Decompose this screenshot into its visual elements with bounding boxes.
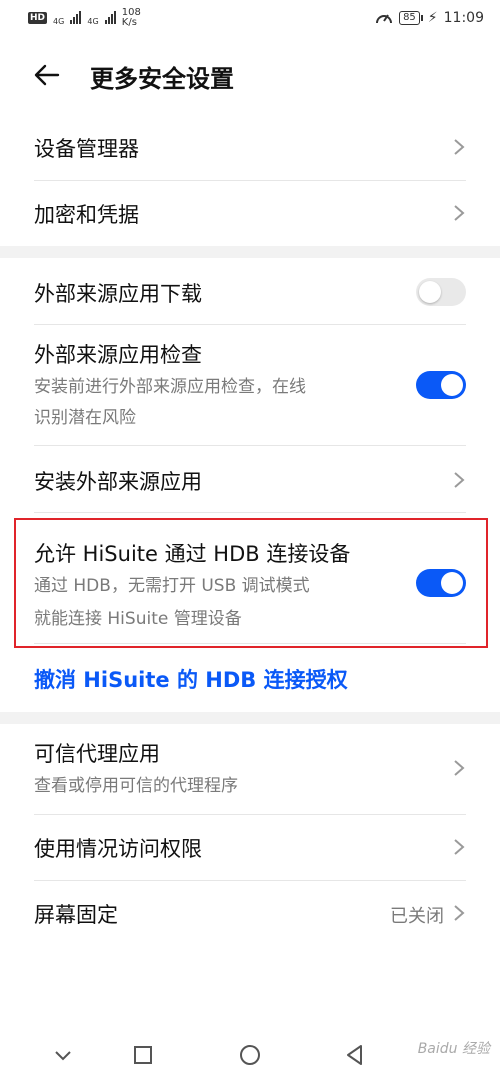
- screen-pinning-value: 已关闭: [390, 906, 444, 927]
- network-speed: 108 K/s: [121, 7, 141, 28]
- home-icon[interactable]: [235, 1040, 265, 1070]
- section-gap: [0, 712, 500, 724]
- charging-icon: ⚡: [427, 10, 438, 26]
- chevron-right-icon: [454, 472, 465, 488]
- external-download-toggle[interactable]: [416, 278, 466, 306]
- chevron-right-icon: [454, 760, 465, 776]
- chevron-right-icon: [454, 905, 465, 921]
- highlight-box: [14, 518, 488, 648]
- watermark: Baidu 经验: [417, 1041, 490, 1057]
- page-title: 更多安全设置: [90, 65, 234, 93]
- back-icon[interactable]: [340, 1040, 370, 1070]
- divider: [34, 512, 466, 513]
- external-check-description: 安装前进行外部来源应用检查，在线: [34, 377, 306, 397]
- status-bar: HD 4G 4G 108 K/s 85 ⚡ 11:09: [0, 0, 500, 36]
- recent-apps-icon[interactable]: [128, 1040, 158, 1070]
- signal-icon: 4G: [87, 9, 116, 28]
- encryption-label: 加密和凭据: [34, 203, 139, 227]
- trust-agents-item[interactable]: 可信代理应用 查看或停用可信的代理程序: [0, 724, 500, 814]
- external-check-label: 外部来源应用检查: [34, 343, 202, 367]
- chevron-down-icon[interactable]: [48, 1040, 78, 1070]
- device-manager-item[interactable]: 设备管理器: [0, 115, 500, 180]
- trust-agents-description: 查看或停用可信的代理程序: [34, 776, 238, 796]
- install-external-item[interactable]: 安装外部来源应用: [0, 446, 500, 512]
- chevron-right-icon: [454, 205, 465, 221]
- signal-icon: 4G: [53, 9, 82, 28]
- speedometer-icon: [376, 14, 393, 24]
- battery-icon: 85: [399, 11, 423, 25]
- back-arrow-icon[interactable]: [30, 58, 64, 92]
- screen-pinning-item[interactable]: 屏幕固定 已关闭: [0, 881, 500, 946]
- device-manager-label: 设备管理器: [34, 137, 139, 161]
- external-check-item[interactable]: 外部来源应用检查 安装前进行外部来源应用检查，在线 识别潜在风险: [0, 325, 500, 445]
- usage-access-item[interactable]: 使用情况访问权限: [0, 815, 500, 880]
- external-download-label: 外部来源应用下载: [34, 282, 202, 306]
- install-external-label: 安装外部来源应用: [34, 470, 202, 494]
- section-gap: [0, 246, 500, 258]
- screen-pinning-label: 屏幕固定: [34, 903, 118, 927]
- revoke-hdb-link[interactable]: 撤消 HiSuite 的 HDB 连接授权: [34, 664, 348, 694]
- page-header: 更多安全设置: [0, 50, 500, 100]
- clock: 11:09: [443, 10, 484, 26]
- external-check-description: 识别潜在风险: [34, 408, 136, 428]
- chevron-right-icon: [454, 839, 465, 855]
- usage-access-label: 使用情况访问权限: [34, 837, 202, 861]
- chevron-right-icon: [454, 139, 465, 155]
- external-download-item[interactable]: 外部来源应用下载: [0, 258, 500, 324]
- trust-agents-label: 可信代理应用: [34, 742, 160, 766]
- hd-badge: HD: [28, 12, 48, 24]
- encryption-credentials-item[interactable]: 加密和凭据: [0, 181, 500, 246]
- external-check-toggle[interactable]: [416, 371, 466, 399]
